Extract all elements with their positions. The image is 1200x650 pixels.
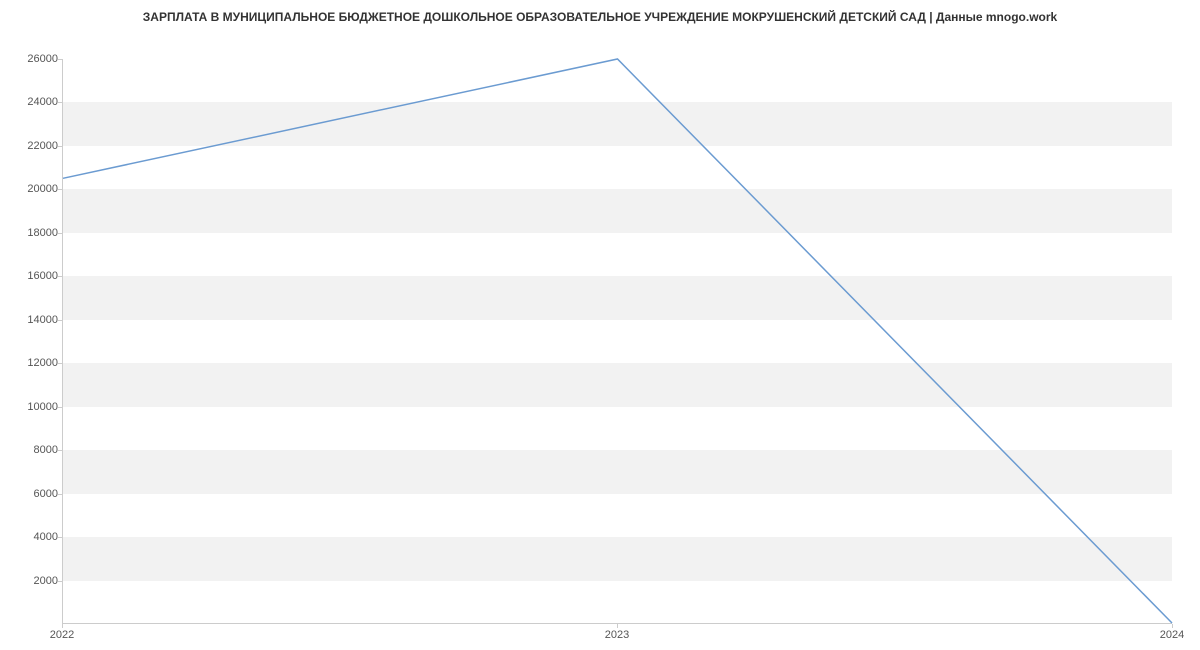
y-tick-mark (58, 537, 62, 538)
y-tick-label: 10000 (8, 401, 58, 413)
y-tick-mark (58, 102, 62, 103)
chart-title: ЗАРПЛАТА В МУНИЦИПАЛЬНОЕ БЮДЖЕТНОЕ ДОШКО… (0, 0, 1200, 29)
y-tick-label: 8000 (8, 444, 58, 456)
y-tick-label: 6000 (8, 488, 58, 500)
x-tick-mark (62, 624, 63, 628)
y-tick-mark (58, 363, 62, 364)
x-tick-label: 2022 (50, 629, 74, 641)
y-tick-mark (58, 450, 62, 451)
y-tick-mark (58, 407, 62, 408)
x-tick-label: 2024 (1160, 629, 1184, 641)
chart-container: 2000 4000 6000 8000 10000 12000 14000 16000 1800… (0, 29, 1200, 649)
y-tick-mark (58, 581, 62, 582)
data-line (63, 59, 1172, 623)
y-tick-label: 24000 (8, 96, 58, 108)
y-tick-mark (58, 320, 62, 321)
y-tick-label: 14000 (8, 314, 58, 326)
y-tick-mark (58, 189, 62, 190)
y-tick-mark (58, 59, 62, 60)
y-tick-label: 12000 (8, 357, 58, 369)
y-tick-label: 22000 (8, 140, 58, 152)
x-tick-label: 2023 (605, 629, 629, 641)
y-tick-label: 20000 (8, 183, 58, 195)
y-tick-label: 2000 (8, 575, 58, 587)
y-tick-mark (58, 146, 62, 147)
line-chart-svg (63, 59, 1172, 623)
y-tick-label: 26000 (8, 53, 58, 65)
y-tick-mark (58, 276, 62, 277)
x-tick-mark (617, 624, 618, 628)
y-tick-label: 16000 (8, 270, 58, 282)
x-tick-mark (1172, 624, 1173, 628)
y-tick-mark (58, 494, 62, 495)
plot-area (62, 59, 1172, 624)
y-tick-mark (58, 233, 62, 234)
y-tick-label: 4000 (8, 531, 58, 543)
y-tick-label: 18000 (8, 227, 58, 239)
